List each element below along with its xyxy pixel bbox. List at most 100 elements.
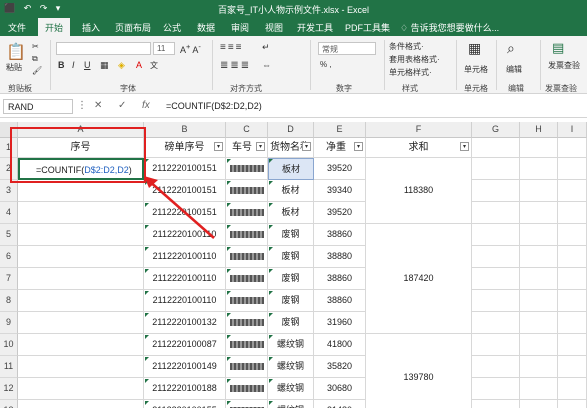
column-header-c[interactable]: C — [226, 122, 268, 138]
cell[interactable] — [520, 202, 558, 224]
cell-car-no[interactable] — [226, 378, 268, 400]
cell-a[interactable] — [18, 202, 144, 224]
column-header-h[interactable]: H — [520, 122, 558, 138]
cell-goods[interactable]: 废钢 — [268, 224, 314, 246]
invoice-check-button[interactable]: 发票查验 — [548, 60, 580, 71]
confirm-icon[interactable]: ✓ — [118, 100, 126, 111]
cell-net-weight[interactable]: 39520 — [314, 158, 366, 180]
cell-goods[interactable]: 螺纹钢 — [268, 356, 314, 378]
filter-dropdown-icon[interactable]: ▾ — [256, 142, 265, 151]
cell-a[interactable] — [18, 356, 144, 378]
currency-percent-buttons[interactable]: % , — [320, 60, 332, 69]
cell-net-weight[interactable]: 38860 — [314, 268, 366, 290]
filter-dropdown-icon[interactable]: ▾ — [460, 142, 469, 151]
cell[interactable] — [558, 158, 587, 180]
header-cell-net-weight[interactable]: 净重 ▾ — [314, 138, 366, 158]
row-header[interactable]: 3 — [0, 180, 18, 202]
cell-a[interactable] — [18, 312, 144, 334]
insert-function-icon[interactable]: fx — [142, 100, 150, 111]
cell-net-weight[interactable]: 39340 — [314, 180, 366, 202]
cell-a[interactable] — [18, 290, 144, 312]
cell-net-weight[interactable]: 30680 — [314, 378, 366, 400]
copy-icon[interactable]: ⧉ — [32, 54, 38, 64]
header-cell-weigh-no[interactable]: 磅单序号 ▾ — [144, 138, 226, 158]
cell-car-no[interactable] — [226, 312, 268, 334]
underline-button[interactable]: U — [84, 60, 91, 70]
tab-home[interactable]: 开始 — [38, 18, 71, 36]
cell-weigh-no[interactable]: 2112220100110 — [144, 246, 226, 268]
cell-a[interactable] — [18, 224, 144, 246]
column-header-e[interactable]: E — [314, 122, 366, 138]
cell[interactable] — [472, 268, 520, 290]
cell[interactable] — [472, 246, 520, 268]
tab-file[interactable]: 文件 — [8, 21, 26, 34]
cell-a[interactable] — [18, 378, 144, 400]
row-header[interactable]: 13 — [0, 400, 18, 408]
cell-car-no[interactable] — [226, 158, 268, 180]
cells-button[interactable]: 单元格 — [464, 64, 488, 75]
cell[interactable] — [558, 138, 587, 158]
cell[interactable] — [472, 378, 520, 400]
row-header[interactable]: 5 — [0, 224, 18, 246]
cell-car-no[interactable] — [226, 224, 268, 246]
name-box[interactable]: RAND — [3, 99, 73, 114]
cell[interactable] — [520, 378, 558, 400]
paste-button[interactable]: 粘贴 — [6, 62, 22, 73]
cell-net-weight[interactable]: 41800 — [314, 334, 366, 356]
cell[interactable] — [472, 158, 520, 180]
bold-button[interactable]: B — [58, 60, 65, 70]
formula-input[interactable]: =COUNTIF(D$2:D2,D2) — [162, 99, 582, 114]
tab-review[interactable]: 审阅 — [231, 21, 249, 34]
cell-goods[interactable]: 螺纹钢 — [268, 400, 314, 408]
cell-styles-button[interactable]: 单元格样式· — [389, 67, 432, 78]
row-header[interactable]: 11 — [0, 356, 18, 378]
cell-net-weight[interactable]: 31480 — [314, 400, 366, 408]
cell-a[interactable] — [18, 180, 144, 202]
format-as-table-button[interactable]: 套用表格格式· — [389, 54, 440, 65]
cell[interactable] — [558, 400, 587, 408]
cell[interactable] — [558, 224, 587, 246]
cell-weigh-no[interactable]: 2112220100110 — [144, 268, 226, 290]
cell[interactable] — [520, 290, 558, 312]
cell[interactable] — [520, 334, 558, 356]
number-format-select[interactable]: 常规 — [318, 42, 376, 55]
column-header-g[interactable]: G — [472, 122, 520, 138]
cell[interactable] — [472, 356, 520, 378]
cell[interactable] — [558, 356, 587, 378]
cell-net-weight[interactable]: 35820 — [314, 356, 366, 378]
cut-icon[interactable]: ✂ — [32, 42, 39, 51]
header-cell-car-no[interactable]: 车号 ▾ — [226, 138, 268, 158]
cell-car-no[interactable] — [226, 268, 268, 290]
filter-dropdown-icon[interactable]: ▾ — [214, 142, 223, 151]
fill-color-icon[interactable]: ◈ — [118, 60, 125, 71]
grow-font-icon[interactable]: A+ A- — [180, 42, 201, 55]
row-header[interactable]: 7 — [0, 268, 18, 290]
cell[interactable] — [558, 378, 587, 400]
wen-icon[interactable]: 文 — [150, 60, 158, 71]
cell[interactable] — [558, 312, 587, 334]
row-header[interactable]: 4 — [0, 202, 18, 224]
cell[interactable] — [520, 180, 558, 202]
more-icon[interactable]: ⋮ — [77, 100, 87, 111]
align-horizontal-icons[interactable]: ≣≣≣ — [220, 60, 251, 71]
cell-goods[interactable]: 板材 — [268, 202, 314, 224]
tab-insert[interactable]: 插入 — [82, 21, 100, 34]
tab-view[interactable]: 视图 — [265, 21, 283, 34]
column-header-d[interactable]: D — [268, 122, 314, 138]
cell[interactable] — [558, 246, 587, 268]
cell-a[interactable] — [18, 246, 144, 268]
cell-car-no[interactable] — [226, 356, 268, 378]
cell-goods[interactable]: 螺纹钢 — [268, 378, 314, 400]
tab-pdf-tools[interactable]: PDF工具集 — [345, 21, 390, 34]
cell-car-no[interactable] — [226, 180, 268, 202]
cell-weigh-no[interactable]: 2112220100087 — [144, 334, 226, 356]
cell[interactable] — [558, 202, 587, 224]
cell[interactable] — [472, 312, 520, 334]
cell-car-no[interactable] — [226, 246, 268, 268]
cell-net-weight[interactable]: 39520 — [314, 202, 366, 224]
format-painter-icon[interactable]: 🖌 — [32, 66, 42, 75]
cell[interactable] — [472, 400, 520, 408]
cell-net-weight[interactable]: 38860 — [314, 224, 366, 246]
cell[interactable] — [472, 334, 520, 356]
filter-dropdown-icon[interactable]: ▾ — [354, 142, 363, 151]
